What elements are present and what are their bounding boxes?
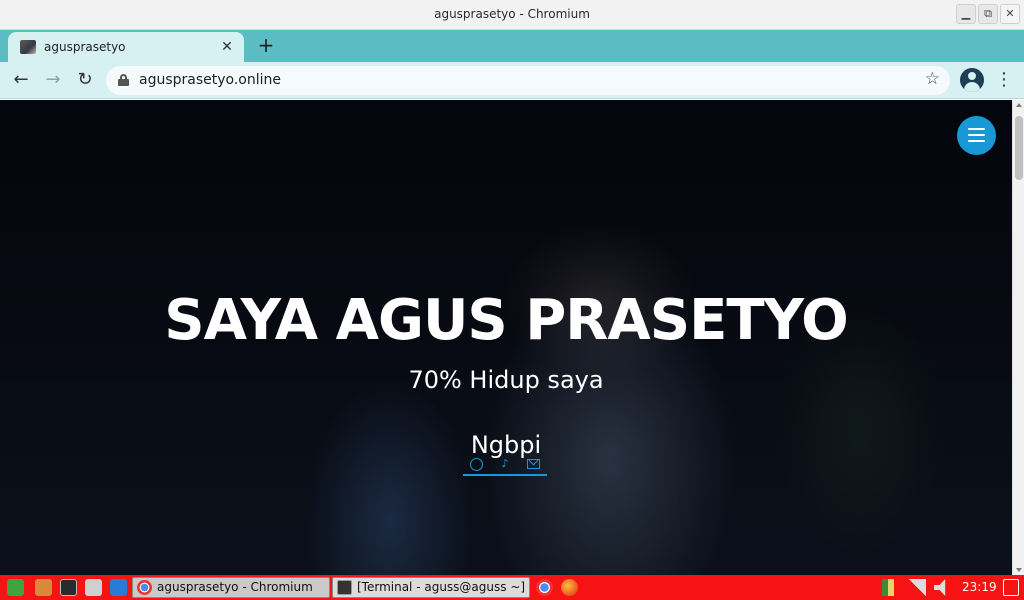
minimize-button[interactable]: ▁ (956, 4, 976, 24)
window-titlebar: agusprasetyo - Chromium ▁ ⧉ ✕ (0, 0, 1024, 30)
forward-button[interactable]: → (40, 68, 66, 94)
hamburger-menu-button[interactable] (957, 116, 996, 155)
file-manager-icon[interactable] (35, 579, 52, 596)
tab-title: agusprasetyo (44, 40, 126, 54)
taskbar-window-chromium[interactable]: agusprasetyo - Chromium (132, 577, 330, 598)
chromium-icon (137, 580, 152, 595)
clock[interactable]: 23:19 (962, 580, 997, 594)
scroll-down-arrow-icon[interactable] (1016, 568, 1022, 572)
page-scrollbar[interactable] (1012, 100, 1024, 575)
lock-icon[interactable] (118, 74, 129, 86)
restore-button[interactable]: ⧉ (978, 4, 998, 24)
scroll-up-arrow-icon[interactable] (1016, 103, 1022, 107)
new-tab-button[interactable]: + (254, 34, 278, 58)
close-window-button[interactable]: ✕ (1000, 4, 1020, 24)
scrollbar-thumb[interactable] (1015, 116, 1023, 180)
social-links: ♪ (463, 454, 547, 476)
tiktok-icon[interactable]: ♪ (498, 457, 512, 471)
hero-section: SAYA AGUS PRASETYO 70% Hidup saya Ngbpi … (0, 100, 1012, 575)
profile-avatar-icon[interactable] (960, 68, 984, 92)
start-menu-icon[interactable] (7, 579, 24, 596)
taskbar-window-terminal[interactable]: [Terminal - aguss@aguss ~] (332, 577, 530, 598)
hero-subtitle: 70% Hidup saya (408, 366, 604, 394)
network-signal-icon[interactable] (908, 579, 926, 596)
address-bar[interactable]: agusprasetyo.online ☆ (106, 66, 950, 95)
tab-strip: agusprasetyo ✕ (0, 30, 1024, 62)
show-desktop-icon[interactable] (1003, 579, 1019, 596)
browser-menu-button[interactable]: ⋮ (994, 68, 1014, 92)
url-text[interactable]: agusprasetyo.online (139, 72, 281, 88)
whatsapp-icon[interactable] (470, 457, 484, 471)
hero-title: SAYA AGUS PRASETYO (164, 288, 848, 353)
back-button[interactable]: ← (8, 68, 34, 94)
bookmark-star-icon[interactable]: ☆ (925, 69, 940, 89)
site-favicon-icon (20, 40, 36, 54)
browser-toolbar: ← → ↻ agusprasetyo.online ☆ (0, 62, 1024, 99)
battery-icon[interactable] (882, 579, 894, 596)
reload-button[interactable]: ↻ (72, 68, 98, 94)
taskbar: agusprasetyo - Chromium [Terminal - agus… (0, 575, 1024, 600)
text-editor-icon[interactable] (85, 579, 102, 596)
vscode-icon[interactable] (110, 579, 127, 596)
window-controls: ▁ ⧉ ✕ (956, 4, 1020, 24)
tab-close-icon[interactable]: ✕ (218, 38, 236, 56)
chromium-launcher-icon[interactable] (536, 579, 553, 596)
volume-icon[interactable] (934, 579, 946, 596)
terminal-launcher-icon[interactable] (60, 579, 77, 596)
taskbar-window-label: agusprasetyo - Chromium (157, 580, 313, 594)
taskbar-window-label: [Terminal - aguss@aguss ~] (357, 580, 526, 594)
tab-agusprasetyo[interactable]: agusprasetyo ✕ (8, 32, 244, 62)
window-title: agusprasetyo - Chromium (434, 7, 590, 21)
firefox-icon[interactable] (561, 579, 578, 596)
terminal-icon (337, 580, 352, 595)
mail-icon[interactable] (526, 459, 540, 469)
